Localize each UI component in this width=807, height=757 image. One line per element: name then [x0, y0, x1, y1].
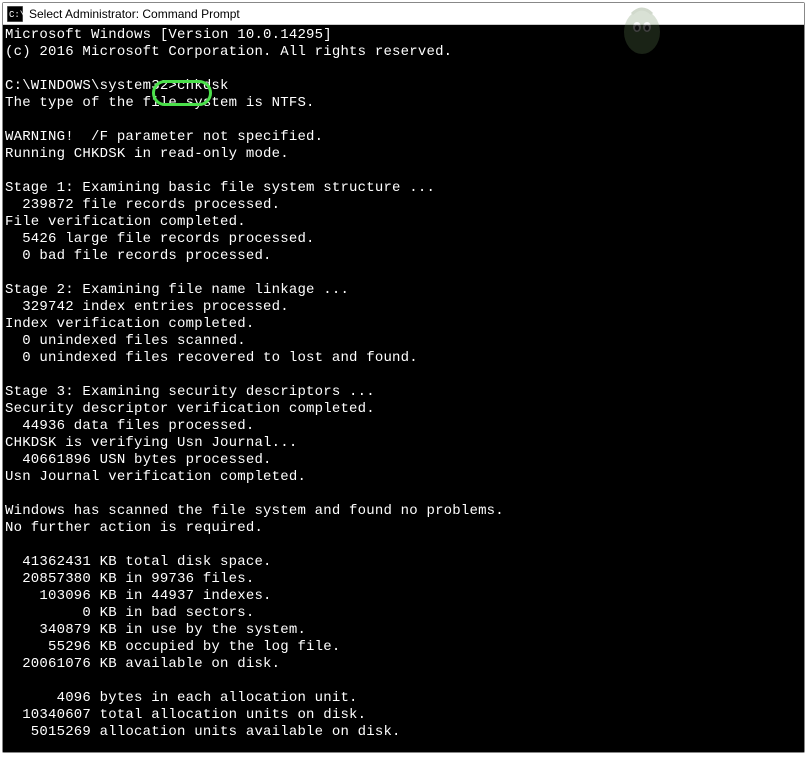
svg-text:C:\: C:\ — [9, 10, 23, 20]
titlebar[interactable]: C:\ Select Administrator: Command Prompt — [3, 3, 804, 25]
terminal-output[interactable]: Microsoft Windows [Version 10.0.14295] (… — [3, 25, 804, 752]
command-prompt-window: C:\ Select Administrator: Command Prompt… — [2, 2, 805, 753]
window-title: Select Administrator: Command Prompt — [29, 7, 240, 21]
cmd-icon: C:\ — [7, 6, 23, 22]
